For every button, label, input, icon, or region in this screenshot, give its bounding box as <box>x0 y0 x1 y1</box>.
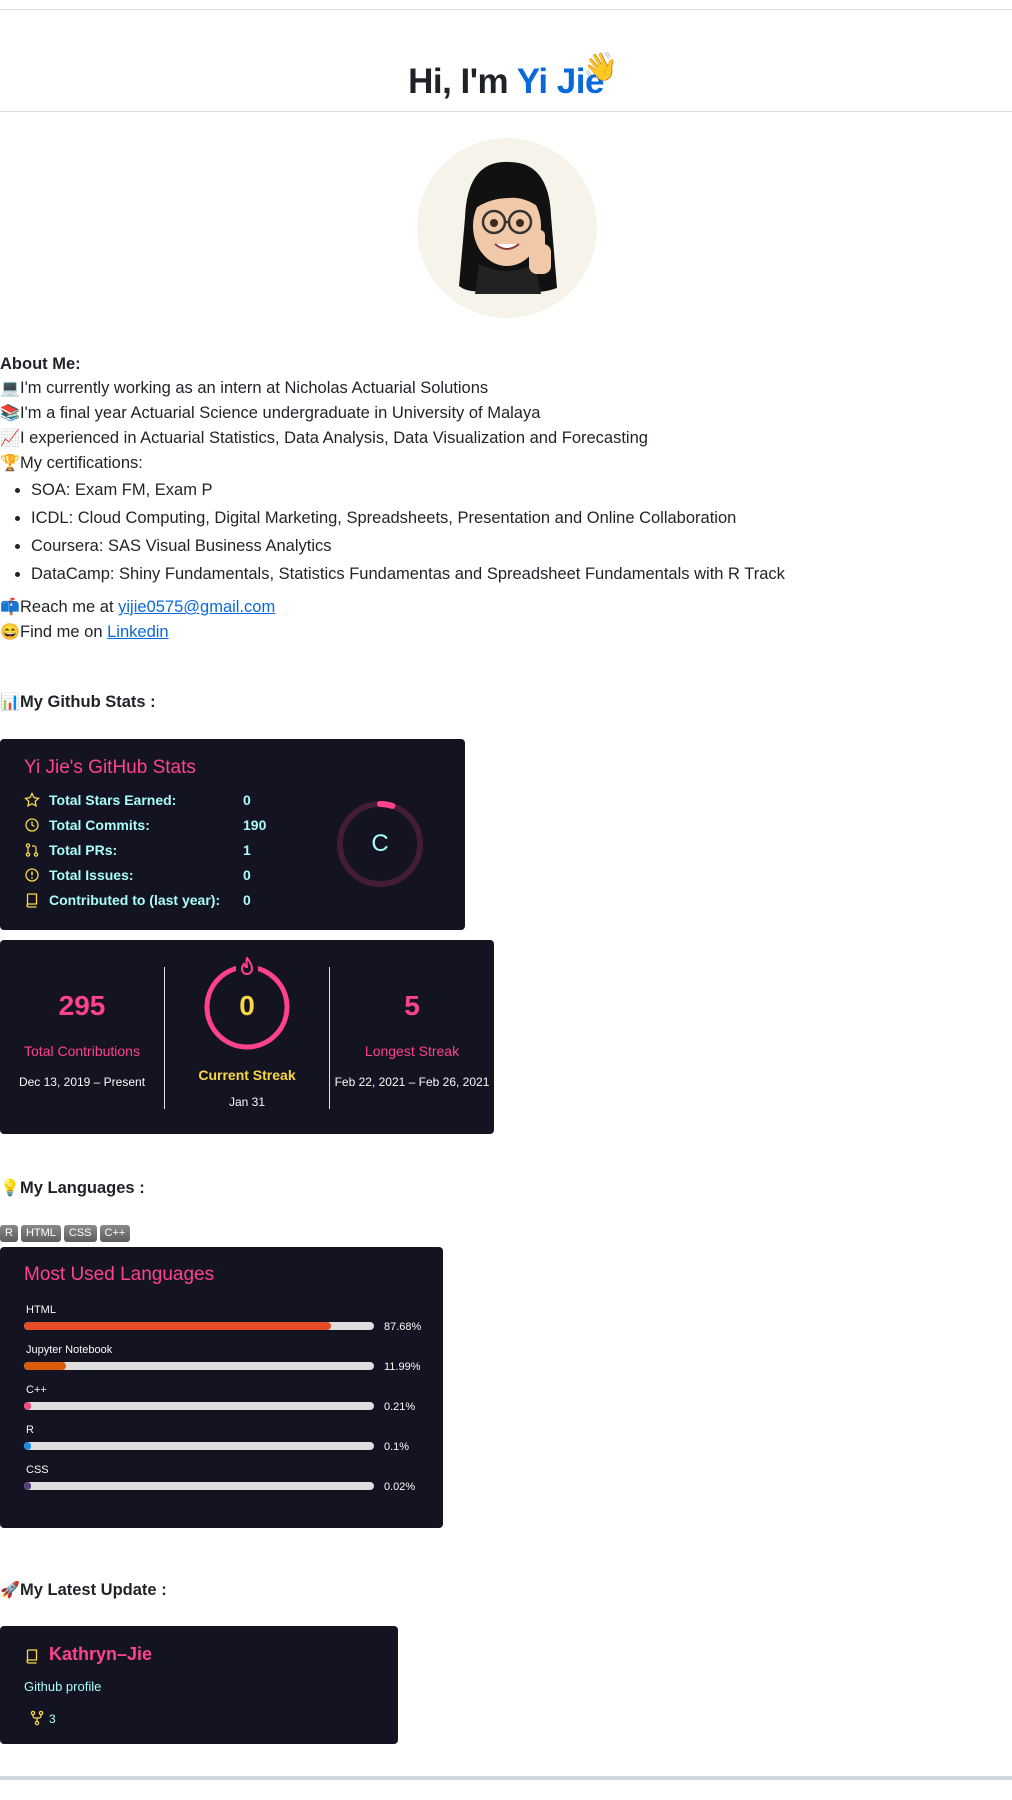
stats-card-title: Yi Jie's GitHub Stats <box>24 757 196 778</box>
badge-r[interactable]: R <box>0 1225 18 1242</box>
list-item: SOA: Exam FM, Exam P <box>31 476 1000 504</box>
badge-html[interactable]: HTML <box>20 1225 61 1242</box>
about-section: About Me: 💻I'm currently working as an i… <box>0 352 1000 588</box>
current-streak-date: Jan 31 <box>228 1095 266 1109</box>
list-item: DataCamp: Shiny Fundamentals, Statistics… <box>31 560 1000 588</box>
total-contributions-range: Dec 13, 2019 – Present <box>18 1075 146 1089</box>
repo-icon <box>26 893 38 908</box>
about-line: 🏆My certifications: <box>0 451 1000 476</box>
contact-section: 📫Reach me at yijie0575@gmail.com 😄Find m… <box>0 595 275 645</box>
longest-streak-label: Longest Streak <box>364 1043 460 1059</box>
language-bar-track <box>24 1442 374 1450</box>
books-icon: 📚 <box>0 405 20 422</box>
language-percent: 0.02% <box>384 1481 416 1493</box>
wave-icon: 👋 <box>583 51 618 82</box>
language-percent: 0.1% <box>384 1441 410 1453</box>
page-title: Hi, I'm Yi Jie <box>408 62 604 101</box>
bulb-icon: 💡 <box>0 1180 20 1197</box>
language-percent: 87.68% <box>384 1321 422 1333</box>
streak-card[interactable]: 295 Total Contributions Dec 13, 2019 – P… <box>0 940 494 1134</box>
rank-letter: C <box>371 830 389 857</box>
language-bar-track <box>24 1402 374 1410</box>
current-streak-label: Current Streak <box>198 1067 296 1083</box>
language-bar-track <box>24 1482 374 1490</box>
certification-list: SOA: Exam FM, Exam P ICDL: Cloud Computi… <box>0 476 1000 588</box>
mailbox-icon: 📫 <box>0 599 20 616</box>
issue-icon <box>25 868 39 882</box>
language-name: C++ <box>26 1384 47 1396</box>
list-item: Coursera: SAS Visual Business Analytics <box>31 532 1000 560</box>
languages-card[interactable]: Most Used Languages HTML 87.68% Jupyter No… <box>0 1247 443 1528</box>
longest-streak-stat: 5 Longest Streak Feb 22, 2021 – Feb 26, … <box>330 940 494 1134</box>
repo-description: Github profile <box>24 1679 102 1694</box>
rocket-icon: 🚀 <box>0 1582 20 1599</box>
longest-streak-value: 5 <box>404 990 420 1021</box>
longest-streak-range: Feb 22, 2021 – Feb 26, 2021 <box>334 1075 490 1089</box>
heading-divider <box>0 111 1012 112</box>
profile-header: Hi, I'm Yi Jie <box>0 40 1012 110</box>
github-stats-card[interactable]: Yi Jie's GitHub Stats Total Stars Earned… <box>0 739 465 930</box>
language-bar-fill <box>24 1402 31 1410</box>
latest-update-heading: 🚀My Latest Update : <box>0 1581 167 1599</box>
star-icon <box>24 792 40 808</box>
languages-heading: 💡My Languages : <box>0 1179 145 1197</box>
list-item: ICDL: Cloud Computing, Digital Marketing… <box>31 504 1000 532</box>
history-icon <box>25 818 39 832</box>
languages-card-title: Most Used Languages <box>24 1264 215 1285</box>
laptop-icon: 💻 <box>0 380 20 397</box>
language-bar-track <box>24 1362 374 1370</box>
avatar <box>417 138 597 318</box>
pull-request-icon <box>25 843 39 857</box>
language-bar-fill <box>24 1322 331 1330</box>
repo-name[interactable]: Kathryn–Jie <box>49 1644 152 1665</box>
repo-icon <box>26 1649 38 1664</box>
top-divider <box>0 9 1012 10</box>
language-percent: 11.99% <box>384 1361 421 1373</box>
badge-cpp[interactable]: C++ <box>99 1225 131 1242</box>
about-line: 📚I'm a final year Actuarial Science unde… <box>0 401 1000 426</box>
fork-count: 3 <box>49 1712 56 1726</box>
bar-chart-icon: 📊 <box>0 694 20 711</box>
current-streak-value: 0 <box>239 990 255 1021</box>
badge-css[interactable]: CSS <box>63 1225 97 1242</box>
language-name: HTML <box>26 1304 56 1316</box>
language-bar-track <box>24 1322 374 1330</box>
email-link[interactable]: yijie0575@gmail.com <box>118 598 275 616</box>
fire-icon <box>240 957 254 975</box>
bottom-divider <box>0 1776 1012 1780</box>
language-name: R <box>26 1424 34 1436</box>
github-stats-heading: 📊My Github Stats : <box>0 693 156 711</box>
about-line: 📈I experienced in Actuarial Statistics, … <box>0 426 1000 451</box>
language-bar-fill <box>24 1442 31 1450</box>
language-name: Jupyter Notebook <box>26 1344 113 1356</box>
about-heading: About Me: <box>0 355 81 373</box>
smile-icon: 😄 <box>0 624 20 641</box>
trophy-icon: 🏆 <box>0 455 20 472</box>
language-percent: 0.21% <box>384 1401 416 1413</box>
linkedin-link[interactable]: Linkedin <box>107 623 168 641</box>
total-contributions-stat: 295 Total Contributions Dec 13, 2019 – P… <box>0 940 164 1134</box>
language-bar-fill <box>24 1482 31 1490</box>
total-contributions-value: 295 <box>58 990 106 1021</box>
language-bar-fill <box>24 1362 66 1370</box>
fork-icon <box>30 1710 44 1726</box>
language-badges: R HTML CSS C++ <box>0 1223 133 1242</box>
chart-up-icon: 📈 <box>0 430 20 447</box>
language-name: CSS <box>26 1464 49 1476</box>
current-streak-stat: 0 Current Streak Jan 31 <box>165 940 329 1134</box>
total-contributions-label: Total Contributions <box>24 1043 140 1059</box>
about-line: 💻I'm currently working as an intern at N… <box>0 376 1000 401</box>
repo-card[interactable]: Kathryn–Jie Github profile 3 <box>0 1626 398 1744</box>
